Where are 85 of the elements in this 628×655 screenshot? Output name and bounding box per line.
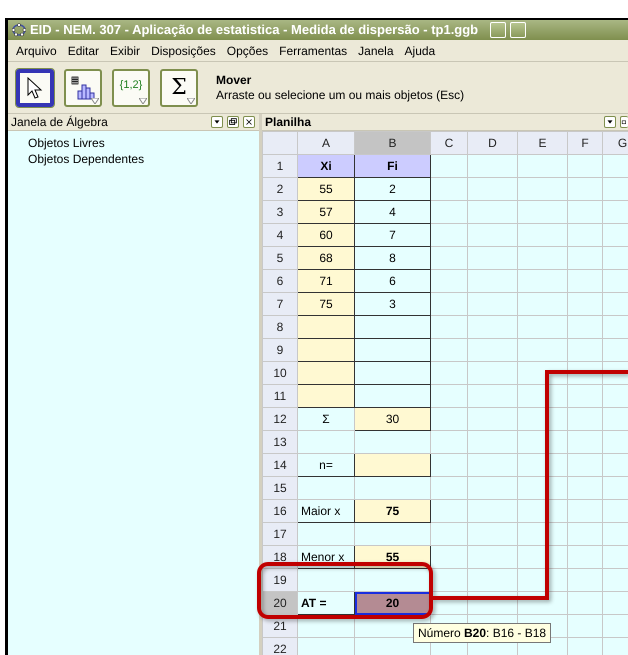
table-cell[interactable]: Xi [298, 154, 354, 178]
table-cell[interactable]: 8 [354, 246, 430, 270]
table-cell[interactable]: 2 [354, 178, 430, 200]
panel-title: Janela de Álgebra [11, 114, 109, 131]
maximize-button[interactable] [510, 22, 526, 38]
table-cell[interactable]: 4 [354, 200, 430, 224]
row-header[interactable]: 8 [262, 316, 298, 338]
dropdown-arrow-icon [139, 98, 147, 104]
row-header[interactable]: 22 [262, 638, 298, 655]
table-cell[interactable] [298, 338, 354, 362]
row-header[interactable]: 9 [262, 338, 298, 362]
tool-button[interactable]: Σ [160, 68, 198, 106]
column-header[interactable]: E [518, 132, 568, 154]
tool-button[interactable]: {1,2} [112, 68, 150, 106]
table-cell[interactable] [298, 384, 354, 408]
row-header[interactable]: 4 [262, 224, 298, 246]
window-title: EID - NEM. 307 - Aplicação de estatistica - Medida de dispersão - tp1.ggb [30, 21, 478, 40]
table-cell[interactable] [298, 316, 354, 338]
bar-chart-icon [70, 74, 96, 100]
dropdown-icon[interactable] [211, 116, 223, 128]
column-header[interactable]: D [468, 132, 518, 154]
row-header[interactable]: 5 [262, 246, 298, 270]
menu-item[interactable]: Arquivo [16, 42, 57, 60]
table-cell[interactable]: 6 [354, 270, 430, 292]
dropdown-arrow-icon [91, 98, 99, 104]
table-cell[interactable] [354, 454, 430, 476]
table-cell[interactable]: 68 [298, 246, 354, 270]
menu-item[interactable]: Opções [226, 42, 268, 60]
row-header[interactable]: 7 [262, 292, 298, 316]
table-cell[interactable]: 7 [354, 224, 430, 246]
row-header[interactable]: 20 [262, 592, 298, 614]
close-icon[interactable] [243, 116, 255, 128]
minimize-button[interactable] [490, 22, 506, 38]
row-header[interactable]: 2 [262, 178, 298, 200]
table-cell[interactable]: 3 [354, 292, 430, 316]
table-cell[interactable]: 30 [354, 408, 430, 430]
row-header[interactable]: 12 [262, 408, 298, 430]
row-header[interactable]: 11 [262, 384, 298, 408]
column-header[interactable]: C [430, 132, 468, 154]
panel-title: Planilha [265, 114, 312, 131]
tool-button[interactable] [64, 68, 102, 106]
dropdown-icon[interactable] [604, 116, 616, 128]
menu-item[interactable]: Exibir [110, 42, 140, 60]
menu-item[interactable]: Ajuda [404, 42, 436, 60]
table-cell[interactable]: 71 [298, 270, 354, 292]
column-header[interactable]: G [602, 132, 628, 154]
row-header[interactable]: 15 [262, 476, 298, 500]
table-cell[interactable] [354, 338, 430, 362]
tooltip: Número B20: B16 - B18 [413, 623, 552, 643]
row-header[interactable]: 13 [262, 430, 298, 454]
table-cell[interactable]: 75 [298, 292, 354, 316]
menu-item[interactable]: Janela [358, 42, 394, 60]
column-header[interactable]: F [568, 132, 602, 154]
row-header[interactable]: 6 [262, 270, 298, 292]
tree-item[interactable]: Objetos Dependentes [28, 151, 259, 167]
table-cell[interactable]: 75 [354, 500, 430, 522]
tree-item[interactable]: Objetos Livres [28, 135, 259, 151]
table-cell[interactable]: 20 [354, 592, 430, 614]
table-cell[interactable] [354, 316, 430, 338]
table-cell[interactable]: Fi [354, 154, 430, 178]
tool-button[interactable] [16, 68, 54, 106]
menu-item[interactable]: Ferramentas [279, 42, 348, 60]
restore-icon[interactable] [227, 116, 239, 128]
row-header[interactable]: 19 [262, 568, 298, 592]
table-cell[interactable] [354, 362, 430, 384]
dropdown-arrow-icon [187, 98, 195, 104]
tool-name: Mover [216, 72, 252, 88]
tool-hint: Arraste ou selecione um ou mais objetos (Esc) [216, 88, 464, 102]
column-header[interactable]: B [354, 132, 430, 154]
table-cell[interactable] [298, 362, 354, 384]
row-header[interactable]: 10 [262, 362, 298, 384]
table-cell[interactable]: 55 [298, 178, 354, 200]
table-cell[interactable]: 60 [298, 224, 354, 246]
row-header[interactable]: 1 [262, 154, 298, 178]
row-header[interactable]: 3 [262, 200, 298, 224]
menu-item[interactable]: Disposições [151, 42, 216, 60]
table-cell[interactable]: 57 [298, 200, 354, 224]
row-header[interactable]: 17 [262, 522, 298, 546]
cursor-icon [27, 76, 43, 98]
column-header[interactable]: A [298, 132, 354, 154]
menu-item[interactable]: Editar [68, 42, 100, 60]
row-header[interactable]: 16 [262, 500, 298, 522]
row-header[interactable]: 14 [262, 454, 298, 476]
app-logo-icon [12, 23, 26, 37]
restore-icon[interactable] [620, 116, 628, 128]
